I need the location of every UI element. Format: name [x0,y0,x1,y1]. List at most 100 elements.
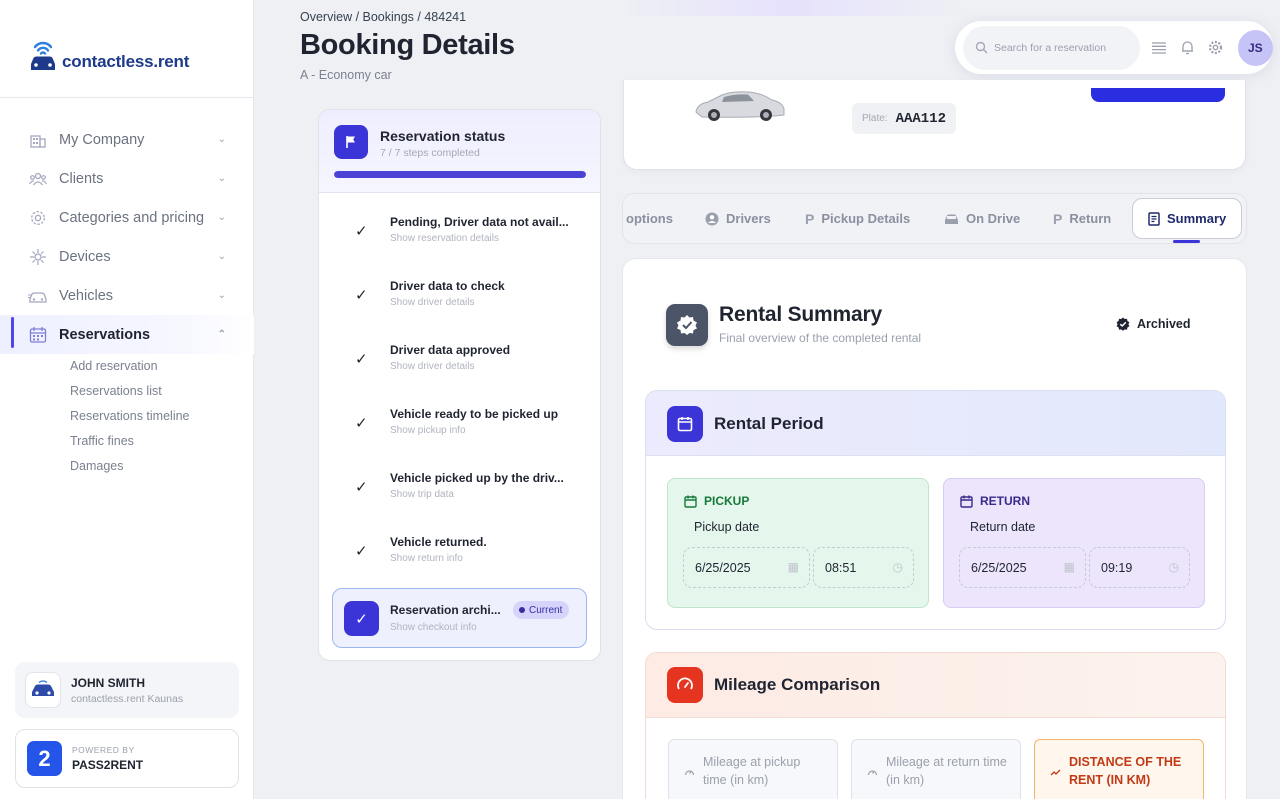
gear-icon [28,208,48,228]
sidebar-item-label: My Company [59,131,145,148]
trend-icon [1050,765,1061,799]
tab-label: Return [1069,211,1112,226]
settings-icon[interactable] [1206,38,1226,58]
chevron-down-icon: ⌄ [217,134,226,145]
calendar-icon [667,406,703,442]
device-icon [28,247,48,267]
tab-return[interactable]: P Return [1053,194,1111,243]
sidebar-item-label: Categories and pricing [59,209,205,226]
brand-logo[interactable]: contactless.rent [28,38,189,72]
subnav-traffic-fines[interactable]: Traffic fines [70,429,254,454]
pickup-label: PICKUP [684,494,749,508]
sidebar-item-devices[interactable]: Devices ⌄ [0,237,254,276]
status-step[interactable]: ✓ Vehicle ready to be picked up Show pic… [319,400,600,458]
step-link[interactable]: Show reservation details [390,233,499,244]
parking-icon: P [805,210,815,227]
return-time-field[interactable]: 09:19 ◷ [1089,547,1190,588]
pass2rent-logo: 2 [27,741,62,776]
tab-pickup-details[interactable]: P Pickup Details [805,194,910,243]
step-title: Pending, Driver data not avail... [390,215,569,229]
mileage-comparison-section: Mileage Comparison Mileage at pickup tim… [645,652,1226,799]
pickup-date-field[interactable]: 6/25/2025 ▦ [683,547,810,588]
document-icon [1148,211,1160,226]
check-icon: ✓ [344,601,379,636]
user-circle-icon [705,212,719,225]
status-step[interactable]: ✓ Driver data approved Show driver detai… [319,336,600,394]
chevron-up-icon: ⌃ [217,329,226,340]
chevron-down-icon: ⌄ [217,212,226,223]
status-step-current[interactable]: ✓ Reservation archi... Current Show chec… [332,588,587,648]
chevron-down-icon: ⌄ [217,173,226,184]
step-title: Vehicle picked up by the driv... [390,471,564,485]
check-icon: ✓ [355,479,368,496]
breadcrumb[interactable]: Overview / Bookings / 484241 [300,10,466,24]
building-icon [28,130,48,150]
subnav-reservations-timeline[interactable]: Reservations timeline [70,404,254,429]
pickup-date-value: 6/25/2025 [695,560,751,575]
search-icon [975,41,988,54]
reservations-submenu: Add reservation Reservations list Reserv… [0,354,254,479]
calendar-icon: ▦ [787,560,799,574]
gauge-icon [867,765,878,799]
check-icon: ✓ [355,287,368,304]
return-box: RETURN Return date 6/25/2025 ▦ 09:19 ◷ [943,478,1205,608]
menu-lines-icon[interactable] [1149,38,1169,58]
sidebar-item-clients[interactable]: Clients ⌄ [0,159,254,198]
step-link[interactable]: Show checkout info [390,622,477,633]
powered-by-card[interactable]: 2 POWERED BY PASS2RENT [15,729,239,788]
current-badge-label: Current [529,604,563,616]
summary-title: Rental Summary [719,303,882,326]
speedometer-icon [667,667,703,703]
avatar[interactable]: JS [1237,29,1273,66]
tab-drivers[interactable]: Drivers [705,194,771,243]
brand-name: contactless.rent [62,52,190,71]
subnav-damages[interactable]: Damages [70,454,254,479]
check-icon: ✓ [355,351,368,368]
subnav-reservations-list[interactable]: Reservations list [70,379,254,404]
status-step[interactable]: ✓ Driver data to check Show driver detai… [319,272,600,330]
mileage-return-label: Mileage at return time (in km) [886,755,1007,787]
status-step[interactable]: ✓ Vehicle picked up by the driv... Show … [319,464,600,522]
vehicle-action-button[interactable] [1091,88,1225,102]
subnav-add-reservation[interactable]: Add reservation [70,354,254,379]
search-box[interactable] [963,25,1140,70]
status-step[interactable]: ✓ Vehicle returned. Show return info [319,528,600,586]
sidebar-item-categories-pricing[interactable]: Categories and pricing ⌄ [0,198,254,237]
user-card[interactable]: JOHN SMITH contactless.rent Kaunas [15,662,239,718]
step-link[interactable]: Show trip data [390,489,454,500]
sidebar: contactless.rent My Company ⌄ Clients ⌄ … [0,0,254,799]
tab-label: Summary [1167,211,1227,226]
chevron-down-icon: ⌄ [217,251,226,262]
pickup-date-label: Pickup date [694,520,760,534]
step-link[interactable]: Show pickup info [390,425,466,436]
step-link[interactable]: Show driver details [390,361,474,372]
tab-summary[interactable]: Summary [1132,198,1243,243]
car-logo-icon [32,680,54,696]
status-progress-bar [334,171,586,178]
current-badge: Current [513,601,570,619]
return-time-value: 09:19 [1101,560,1133,575]
step-link[interactable]: Show return info [390,553,463,564]
status-badge: Archived [1116,317,1191,331]
check-icon: ✓ [355,223,368,240]
tab-options[interactable]: options [626,194,673,243]
step-link[interactable]: Show driver details [390,297,474,308]
verified-badge-icon [666,304,708,346]
pickup-time-field[interactable]: 08:51 ◷ [813,547,914,588]
bell-icon[interactable] [1177,38,1197,58]
distance-box: DISTANCE OF THE RENT (IN KM) [1034,739,1204,799]
sidebar-item-reservations[interactable]: Reservations ⌃ [0,315,254,354]
check-icon: ✓ [355,415,368,432]
gauge-icon [684,765,695,799]
user-company: contactless.rent Kaunas [71,692,184,705]
header-glow [620,0,960,16]
sidebar-item-my-company[interactable]: My Company ⌄ [0,120,254,159]
mileage-return-box: Mileage at return time (in km) [851,739,1021,799]
chevron-down-icon: ⌄ [217,290,226,301]
sidebar-item-vehicles[interactable]: Vehicles ⌄ [0,276,254,315]
search-input[interactable] [994,41,1134,54]
status-step[interactable]: ✓ Pending, Driver data not avail... Show… [319,208,600,266]
return-date-field[interactable]: 6/25/2025 ▦ [959,547,1086,588]
calendar-icon [960,495,973,508]
tab-on-drive[interactable]: On Drive [944,194,1020,243]
